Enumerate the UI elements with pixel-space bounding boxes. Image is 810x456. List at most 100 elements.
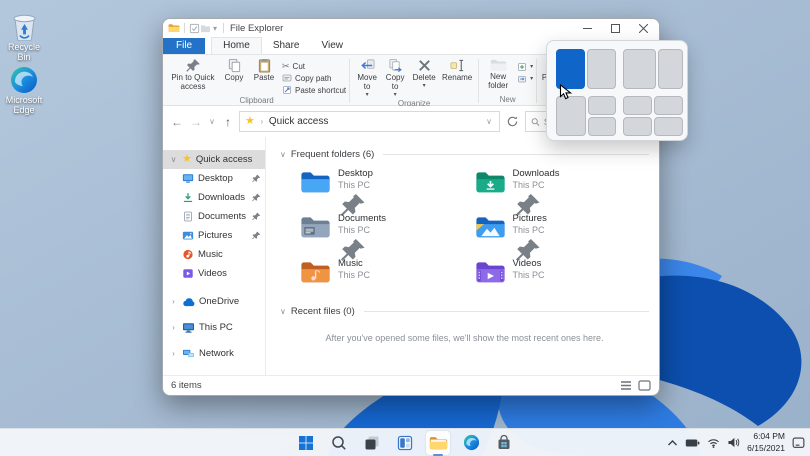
copy-to-button[interactable]: Copy to ▾: [381, 57, 409, 99]
snap-zone-left-wide[interactable]: [623, 49, 657, 89]
file-explorer-button[interactable]: [426, 430, 450, 456]
snap-zone-top-right[interactable]: [654, 96, 683, 115]
new-folder-button[interactable]: New folder: [482, 57, 514, 92]
folder-tile-desktop[interactable]: Desktop This PC: [300, 168, 475, 203]
breadcrumb-location[interactable]: Quick access: [269, 116, 328, 127]
task-view-button[interactable]: [360, 431, 384, 455]
snap-zone-right-narrow[interactable]: [658, 49, 683, 89]
chevron-down-icon[interactable]: ∨: [280, 307, 286, 316]
sidebar-item-network[interactable]: › Network: [163, 344, 265, 363]
recent-files-header[interactable]: ∨ Recent files (0): [280, 306, 649, 317]
folder-tile-pictures[interactable]: Pictures This PC: [475, 213, 650, 248]
sidebar-item-quick-access[interactable]: ∨ ★ Quick access: [163, 150, 265, 169]
taskbar: 6:04 PM 6/15/2021: [0, 428, 810, 456]
folder-tile-documents[interactable]: Documents This PC: [300, 213, 475, 248]
thumbnail-view-button[interactable]: [638, 380, 651, 391]
folder-tile-videos[interactable]: Videos This PC: [475, 258, 650, 293]
tile-location: This PC: [512, 179, 545, 190]
search-icon: [332, 435, 346, 450]
rename-button[interactable]: Rename: [439, 57, 475, 84]
up-button[interactable]: ↑: [220, 115, 236, 129]
close-button[interactable]: [629, 20, 657, 37]
sidebar-item-onedrive[interactable]: › OneDrive: [163, 292, 265, 311]
address-box[interactable]: ★ › Quick access ∨: [239, 111, 500, 132]
wifi-icon[interactable]: [707, 438, 720, 448]
frequent-folders-header[interactable]: ∨ Frequent folders (6): [280, 149, 649, 160]
sidebar-item-videos[interactable]: Videos: [163, 264, 265, 283]
sidebar-item-music[interactable]: Music: [163, 245, 265, 264]
paste-shortcut-button[interactable]: Paste shortcut: [282, 84, 346, 96]
cut-icon: ✂: [282, 60, 290, 71]
sidebar-item-documents[interactable]: Documents: [163, 207, 265, 226]
title-bar[interactable]: ▾ File Explorer: [163, 19, 659, 37]
tab-share[interactable]: Share: [262, 38, 311, 54]
sidebar-label: This PC: [199, 322, 233, 333]
status-bar: 6 items: [163, 375, 659, 395]
move-to-button[interactable]: Move to ▾: [353, 57, 381, 99]
tab-home[interactable]: Home: [211, 37, 262, 54]
snap-layout-half-and-quarters[interactable]: [556, 96, 616, 136]
battery-icon[interactable]: [685, 438, 700, 448]
folder-tile-downloads[interactable]: Downloads This PC: [475, 168, 650, 203]
forward-button[interactable]: →: [188, 115, 204, 129]
cut-button[interactable]: ✂ Cut: [282, 60, 346, 72]
snap-layout-quadrants[interactable]: [623, 96, 683, 136]
snap-layout-two-thirds[interactable]: [623, 49, 683, 89]
copy-path-button[interactable]: Copy path: [282, 72, 346, 84]
copy-icon: [228, 58, 240, 73]
chevron-right-icon[interactable]: ›: [169, 297, 178, 306]
documents-folder-icon: [300, 214, 331, 240]
recycle-bin-shortcut[interactable]: Recycle Bin: [1, 11, 47, 63]
qat-caret-icon[interactable]: ▾: [211, 24, 219, 33]
delete-button[interactable]: Delete ▾: [409, 57, 439, 90]
edge-button[interactable]: [459, 431, 483, 455]
sidebar-item-this-pc[interactable]: › This PC: [163, 318, 265, 337]
minimize-button[interactable]: [573, 20, 601, 37]
snap-zone-top-left[interactable]: [623, 96, 652, 115]
back-button[interactable]: ←: [169, 115, 185, 129]
start-button[interactable]: [294, 431, 318, 455]
widgets-button[interactable]: [393, 431, 417, 455]
refresh-button[interactable]: [506, 115, 519, 128]
sidebar-item-pictures[interactable]: Pictures: [163, 226, 265, 245]
snap-zone-left-half[interactable]: [556, 96, 586, 136]
chevron-right-icon[interactable]: ›: [169, 323, 178, 332]
maximize-button[interactable]: [601, 20, 629, 37]
clock[interactable]: 6:04 PM 6/15/2021: [747, 431, 785, 453]
snap-zone-left-half[interactable]: [556, 49, 585, 89]
snap-zone-top-right[interactable]: [588, 96, 616, 115]
recent-locations-button[interactable]: ∨: [207, 117, 217, 126]
snap-zone-bottom-right[interactable]: [588, 117, 616, 136]
tab-file[interactable]: File: [163, 38, 206, 54]
snap-layout-two-halves[interactable]: [556, 49, 616, 89]
qat-new-folder-icon[interactable]: [200, 23, 211, 34]
folder-tile-music[interactable]: Music This PC: [300, 258, 475, 293]
desktop-folder-icon: [300, 169, 331, 195]
chevron-right-icon[interactable]: ›: [169, 349, 178, 358]
snap-zone-right-half[interactable]: [587, 49, 616, 89]
copy-button[interactable]: Copy: [219, 57, 249, 84]
easy-access-button[interactable]: ▾: [517, 73, 533, 85]
clock-date: 6/15/2021: [747, 442, 785, 453]
pin-to-quick-access-button[interactable]: Pin to Quick access: [167, 57, 219, 93]
new-item-button[interactable]: ▾: [517, 61, 533, 73]
store-button[interactable]: [492, 431, 516, 455]
tab-view[interactable]: View: [311, 38, 355, 54]
address-dropdown-icon[interactable]: ∨: [484, 117, 494, 126]
chevron-down-icon[interactable]: ∨: [280, 150, 286, 159]
sidebar-item-downloads[interactable]: Downloads: [163, 188, 265, 207]
snap-zone-bottom-left[interactable]: [623, 117, 652, 136]
details-view-button[interactable]: [620, 380, 632, 391]
search-button[interactable]: [327, 431, 351, 455]
qat-properties-icon[interactable]: [189, 23, 200, 34]
volume-icon[interactable]: [727, 437, 740, 448]
edge-shortcut[interactable]: Microsoft Edge: [1, 66, 47, 116]
hidden-icons-chevron[interactable]: [667, 439, 678, 447]
chevron-down-icon[interactable]: ∨: [169, 155, 178, 164]
new-folder-label: New folder: [488, 72, 509, 90]
sidebar-item-desktop[interactable]: Desktop: [163, 169, 265, 188]
snap-zone-bottom-right[interactable]: [654, 117, 683, 136]
paste-button[interactable]: Paste: [249, 57, 279, 84]
notification-center-icon[interactable]: [792, 437, 805, 449]
